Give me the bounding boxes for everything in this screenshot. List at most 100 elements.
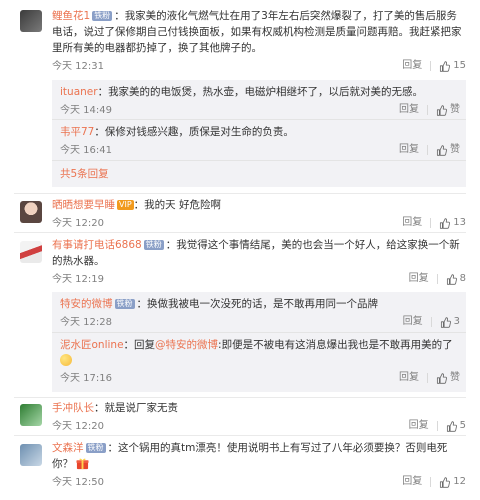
colon: ： xyxy=(97,86,109,98)
like-count: 12 xyxy=(453,476,466,487)
comment-meta: 今天 12:20 回复 5 xyxy=(52,418,466,434)
reply-meta: 今天 17:16 回复 赞 xyxy=(60,370,460,386)
like-button[interactable]: 3 xyxy=(440,314,460,330)
comment-text: 我的天 好危险啊 xyxy=(144,199,221,211)
comment-actions: 回复 5 xyxy=(409,418,466,434)
thumbs-up-icon xyxy=(439,61,450,72)
timestamp: 今天 12:50 xyxy=(52,477,104,488)
avatar[interactable] xyxy=(20,10,42,32)
timestamp: 今天 16:41 xyxy=(60,145,112,156)
like-button[interactable]: 12 xyxy=(439,474,466,490)
fan-badge: 铁粉 xyxy=(143,240,164,250)
divider xyxy=(430,61,432,71)
reply-button[interactable]: 回复 xyxy=(399,142,419,158)
reply-item: 特安的微博 铁粉 ：换做我被电一次没死的话，是不敢再用同一个品牌 今天 12:28 … xyxy=(52,292,466,332)
avatar[interactable] xyxy=(20,201,42,223)
reply-prefix: 回复 xyxy=(134,339,156,351)
colon: ： xyxy=(107,442,119,454)
username[interactable]: 泥水匠online xyxy=(60,339,124,351)
vip-badge: VIP xyxy=(117,200,134,210)
reply-item: 泥水匠online：回复@特安的微博:即便是不被电有这消息爆出我也是不敢再用美的… xyxy=(52,332,466,392)
like-button[interactable]: 8 xyxy=(446,271,466,287)
colon: ： xyxy=(94,402,105,414)
thumbs-up-icon xyxy=(436,145,447,156)
colon: ： xyxy=(123,339,135,351)
divider xyxy=(430,218,432,228)
timestamp: 今天 12:28 xyxy=(60,317,112,328)
reply-meta: 今天 12:28 回复 3 xyxy=(60,314,460,330)
reply-text: 保修对钱感兴趣，质保是对生命的负责。 xyxy=(104,126,294,138)
divider xyxy=(14,232,466,233)
reply-button[interactable]: 回复 xyxy=(399,370,419,386)
like-button[interactable]: 赞 xyxy=(436,370,460,386)
comment-meta: 今天 12:50 回复 12 xyxy=(52,474,466,490)
timestamp: 今天 12:20 xyxy=(52,218,104,229)
fan-badge: 铁粉 xyxy=(92,11,113,21)
comment-meta: 今天 12:31 回复 15 xyxy=(52,58,466,74)
mention-link[interactable]: @特安的微博 xyxy=(155,339,218,351)
reply-button[interactable]: 回复 xyxy=(403,314,423,330)
divider xyxy=(14,193,466,194)
reply-meta: 今天 16:41 回复 赞 xyxy=(60,142,460,158)
emoji-line xyxy=(60,353,460,369)
thumbs-up-icon xyxy=(439,218,450,229)
username[interactable]: 鲤鱼花1 xyxy=(52,10,90,22)
divider xyxy=(427,105,428,115)
like-label: 赞 xyxy=(450,104,460,115)
reply-actions: 回复 赞 xyxy=(399,142,460,158)
comment-body: 手冲队长：就是说厂家无责 今天 12:20 回复 5 xyxy=(52,400,466,434)
username[interactable]: ituaner xyxy=(60,86,98,98)
comment-body: 有事请打电话6868 铁粉 ：我觉得这个事情结尾，美的也会当一个好人，给这家换一个新… xyxy=(52,237,466,287)
avatar[interactable] xyxy=(20,241,42,263)
reply-button[interactable]: 回复 xyxy=(402,474,422,490)
divider xyxy=(14,435,466,436)
avatar[interactable] xyxy=(20,404,42,426)
username[interactable]: 特安的微博 xyxy=(60,298,113,310)
divider xyxy=(430,477,432,487)
like-label: 赞 xyxy=(450,144,460,155)
fan-badge: 铁粉 xyxy=(114,299,135,309)
gift-icon xyxy=(76,458,89,470)
thumbs-up-icon xyxy=(446,274,457,285)
like-button[interactable]: 13 xyxy=(439,215,466,231)
divider xyxy=(436,274,438,284)
reply-item: 韦平77：保修对钱感兴趣，质保是对生命的负责。 今天 16:41 回复 赞 xyxy=(52,119,466,160)
timestamp: 今天 17:16 xyxy=(60,373,112,384)
like-button[interactable]: 赞 xyxy=(436,142,460,158)
comment-feed: 鲤鱼花1 铁粉 ：我家美的液化气燃气灶在用了3年左右后突然爆裂了，打了美的售后服务电… xyxy=(0,0,480,500)
username[interactable]: 韦平77 xyxy=(60,126,94,138)
timestamp: 今天 14:49 xyxy=(60,105,112,116)
like-label: 赞 xyxy=(450,372,460,383)
comment-body: 鲤鱼花1 铁粉 ：我家美的液化气燃气灶在用了3年左右后突然爆裂了，打了美的售后服务电… xyxy=(52,8,466,74)
thumbs-up-icon xyxy=(436,105,447,116)
username[interactable]: 手冲队长 xyxy=(52,402,94,414)
reply-actions: 回复 赞 xyxy=(399,370,460,386)
like-button[interactable]: 5 xyxy=(446,418,466,434)
reply-button[interactable]: 回复 xyxy=(409,271,429,287)
reply-button[interactable]: 回复 xyxy=(399,102,419,118)
timestamp: 今天 12:19 xyxy=(52,274,104,285)
timestamp: 今天 12:31 xyxy=(52,61,104,72)
username[interactable]: 晒晒想要早睡 xyxy=(52,199,115,211)
thumbs-up-icon xyxy=(439,477,450,488)
divider xyxy=(427,145,428,155)
reply-text: 我家美的的电饭煲，热水壶，电磁炉相继坏了，以后就对美的无感。 xyxy=(108,86,424,98)
like-button[interactable]: 15 xyxy=(439,58,466,74)
username[interactable]: 有事请打电话6868 xyxy=(52,239,142,251)
reply-button[interactable]: 回复 xyxy=(402,58,422,74)
reply-actions: 回复 赞 xyxy=(399,102,460,118)
more-replies-link[interactable]: 共5条回复 xyxy=(60,168,109,180)
comment-body: 文森洋 铁粉 ：这个锅用的真tm漂亮！使用说明书上有写过了八年必须要换？否则电死你？… xyxy=(52,440,466,490)
like-count: 5 xyxy=(459,420,466,431)
reply-button[interactable]: 回复 xyxy=(402,215,422,231)
thumbs-up-icon xyxy=(446,421,457,432)
colon: ： xyxy=(133,199,145,211)
thumbs-up-icon xyxy=(440,317,451,328)
comment-actions: 回复 13 xyxy=(402,215,466,231)
like-button[interactable]: 赞 xyxy=(436,102,460,118)
reply-button[interactable]: 回复 xyxy=(409,418,429,434)
comment-body: 晒晒想要早睡 VIP ：我的天 好危险啊 今天 12:20 回复 13 xyxy=(52,197,466,231)
like-count: 15 xyxy=(453,60,466,71)
username[interactable]: 文森洋 xyxy=(52,442,84,454)
avatar[interactable] xyxy=(20,444,42,466)
